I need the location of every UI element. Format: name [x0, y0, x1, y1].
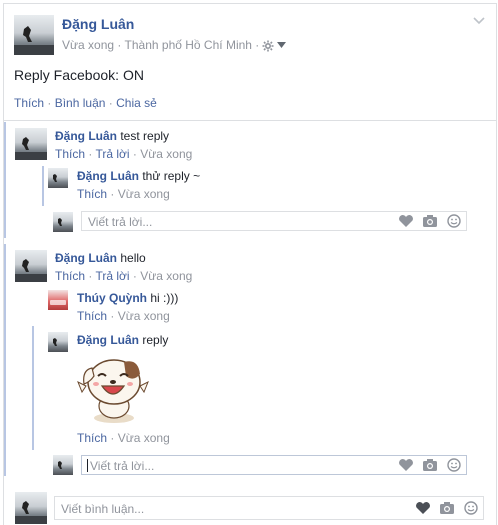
- emoji-icon[interactable]: [446, 214, 462, 228]
- post-meta: Vừa xong · Thành phố Hồ Chí Minh ·: [62, 38, 259, 52]
- comment-reply-link[interactable]: Trả lời: [95, 147, 129, 161]
- reply-author[interactable]: Đặng Luân: [77, 333, 139, 347]
- separator: ·: [88, 269, 93, 283]
- chevron-down-icon[interactable]: [473, 17, 485, 25]
- post-time[interactable]: Vừa xong: [62, 38, 114, 52]
- reply-text: reply: [142, 333, 169, 347]
- comment-input-placeholder: Viết bình luận...: [61, 502, 145, 516]
- reply-like-link[interactable]: Thích: [77, 309, 107, 323]
- share-link[interactable]: Chia sẻ: [116, 96, 157, 110]
- reply-input-placeholder: Viết trả lời...: [88, 215, 153, 229]
- comment-actions: Thích · Trả lời · Vừa xong: [55, 147, 192, 161]
- reply-input[interactable]: Viết trả lời...: [81, 211, 467, 231]
- comment-like-link[interactable]: Thích: [55, 147, 85, 161]
- comment-time[interactable]: Vừa xong: [140, 269, 192, 283]
- reply-time[interactable]: Vừa xong: [118, 309, 170, 323]
- thread-line: [4, 122, 6, 238]
- post-author-name[interactable]: Đặng Luân: [62, 16, 134, 32]
- comment-time[interactable]: Vừa xong: [140, 147, 192, 161]
- separator: ·: [110, 187, 115, 201]
- input-icons: [415, 501, 479, 515]
- emoji-icon[interactable]: [463, 501, 479, 515]
- reply-author[interactable]: Đặng Luân: [77, 169, 139, 183]
- reply-like-link[interactable]: Thích: [77, 431, 107, 445]
- post-author-avatar[interactable]: [14, 15, 54, 55]
- reply-author[interactable]: Thúy Quỳnh: [77, 291, 147, 305]
- comment-like-link[interactable]: Thích: [55, 269, 85, 283]
- reply-time[interactable]: Vừa xong: [118, 431, 170, 445]
- camera-icon[interactable]: [422, 214, 438, 228]
- comment-input[interactable]: Viết bình luận...: [54, 496, 484, 520]
- separator: ·: [117, 38, 122, 52]
- like-link[interactable]: Thích: [14, 96, 44, 110]
- emoji-icon[interactable]: [446, 458, 462, 472]
- reply-avatar[interactable]: [48, 332, 68, 352]
- comment-input-avatar: [15, 492, 47, 524]
- thread-line: [4, 244, 6, 476]
- post-actions: Thích · Bình luận · Chia sẻ: [14, 96, 157, 110]
- post-location[interactable]: Thành phố Hồ Chí Minh: [125, 38, 252, 52]
- reply-thread-line: [42, 166, 44, 206]
- comment-body: Đặng Luân test reply: [55, 129, 169, 143]
- separator: ·: [132, 147, 137, 161]
- reply-thread-line: [32, 326, 34, 450]
- reply-input-avatar: [53, 455, 73, 475]
- reply-text: thử reply ~: [142, 169, 201, 183]
- separator: ·: [255, 38, 260, 52]
- separator: ·: [110, 431, 115, 445]
- comment-author[interactable]: Đặng Luân: [55, 251, 117, 265]
- separator: ·: [108, 96, 113, 110]
- comment-text: hello: [120, 251, 146, 265]
- reply-input-avatar: [53, 212, 73, 232]
- gear-icon[interactable]: [262, 40, 274, 52]
- comment-reply-link[interactable]: Trả lời: [95, 269, 129, 283]
- reply-body: Đặng Luân thử reply ~: [77, 169, 200, 183]
- reply-actions: Thích · Vừa xong: [77, 309, 170, 323]
- reply-input[interactable]: Viết trả lời...: [81, 455, 467, 475]
- reply-input-placeholder: Viết trả lời...: [90, 459, 155, 473]
- reply-time[interactable]: Vừa xong: [118, 187, 170, 201]
- separator: ·: [88, 147, 93, 161]
- reply-body: Thúy Quỳnh hi :))): [77, 291, 178, 305]
- reply-text: hi :))): [150, 291, 179, 305]
- camera-icon[interactable]: [439, 501, 455, 515]
- heart-sticker-icon[interactable]: [398, 214, 414, 228]
- input-icons: [398, 214, 462, 228]
- camera-icon[interactable]: [422, 458, 438, 472]
- comment-avatar[interactable]: [15, 250, 47, 282]
- smiling-dog-sticker[interactable]: [74, 352, 152, 424]
- reply-actions: Thích · Vừa xong: [77, 187, 170, 201]
- comment-avatar[interactable]: [15, 128, 47, 160]
- comment-link[interactable]: Bình luận: [55, 96, 106, 110]
- privacy-dropdown-icon[interactable]: [277, 42, 286, 48]
- reply-body: Đặng Luân reply: [77, 333, 168, 347]
- reply-avatar[interactable]: [48, 290, 68, 310]
- heart-sticker-icon[interactable]: [398, 458, 414, 472]
- separator: ·: [132, 269, 137, 283]
- reply-actions: Thích · Vừa xong: [77, 431, 170, 445]
- comment-text: test reply: [120, 129, 170, 143]
- post-text: Reply Facebook: ON: [14, 67, 144, 83]
- reply-like-link[interactable]: Thích: [77, 187, 107, 201]
- input-icons: [398, 458, 462, 472]
- text-cursor: [87, 459, 88, 472]
- comment-actions: Thích · Trả lời · Vừa xong: [55, 269, 192, 283]
- comment-author[interactable]: Đặng Luân: [55, 129, 117, 143]
- heart-sticker-icon[interactable]: [415, 501, 431, 515]
- reply-avatar[interactable]: [48, 168, 68, 188]
- separator: ·: [110, 309, 115, 323]
- separator: ·: [47, 96, 52, 110]
- comment-body: Đặng Luân hello: [55, 251, 146, 265]
